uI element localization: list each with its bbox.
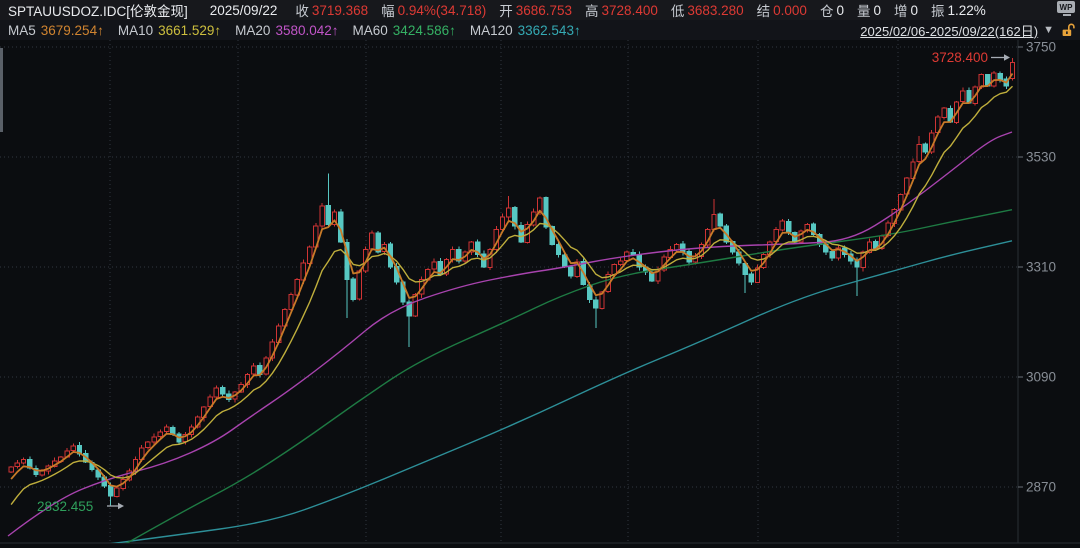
change-label: 幅 xyxy=(381,0,395,20)
ma5-value: 3679.254↑ xyxy=(41,23,104,38)
ma5-up-arrow-icon: ↑ xyxy=(97,23,104,38)
chevron-down-icon[interactable]: ▼ xyxy=(1043,24,1054,36)
wp-monitor-icon[interactable]: WP xyxy=(1057,1,1077,18)
volume-value: 0 xyxy=(873,3,881,18)
price-axis: 3750 3530 3310 3090 2870 xyxy=(0,40,1080,543)
wp-icon-label: WP xyxy=(1057,1,1075,13)
ma20-label: MA20 xyxy=(235,23,270,38)
quote-field-high: 高3728.400 xyxy=(585,0,658,20)
ma10-value: 3661.529↑ xyxy=(158,23,221,38)
settle-value: 0.000 xyxy=(773,3,807,18)
high-value: 3728.400 xyxy=(602,3,658,18)
svg-text:2870: 2870 xyxy=(1026,480,1056,495)
volume-label: 量 xyxy=(857,0,871,20)
ma5-legend: MA5 3679.254↑ xyxy=(8,23,104,38)
ma120-value: 3362.543↑ xyxy=(518,23,581,38)
ma10-legend: MA10 3661.529↑ xyxy=(118,23,221,38)
trade-date: 2025/09/22 xyxy=(210,3,278,18)
svg-text:3530: 3530 xyxy=(1026,150,1056,165)
chart-canvas[interactable]: 3750 3530 3310 3090 2870 3728.400 2832.455 xyxy=(0,40,1080,548)
close-value: 3719.368 xyxy=(312,3,368,18)
change-value: 0.94%(34.718) xyxy=(398,3,487,18)
ma10-label: MA10 xyxy=(118,23,153,38)
position-value: 0 xyxy=(836,3,844,18)
ma20-line xyxy=(8,132,1012,536)
quote-field-open: 开3686.753 xyxy=(499,0,572,20)
increase-label: 增 xyxy=(894,0,908,20)
low-value: 3683.280 xyxy=(687,3,743,18)
quote-field-close: 收3719.368 xyxy=(295,0,368,20)
ma120-label: MA120 xyxy=(470,23,513,38)
unlock-icon[interactable] xyxy=(1061,22,1076,38)
amplitude-value: 1.22% xyxy=(948,3,986,18)
ma60-label: MA60 xyxy=(353,23,388,38)
open-label: 开 xyxy=(499,0,513,20)
ma120-up-arrow-icon: ↑ xyxy=(574,23,581,38)
quote-field-increase: 增0 xyxy=(894,0,918,20)
ma20-legend: MA20 3580.042↑ xyxy=(235,23,338,38)
left-scrollbar[interactable] xyxy=(0,48,3,132)
quote-header-bar: SPTAUUSDOZ.IDC[伦敦金现] 2025/09/22 收3719.36… xyxy=(0,0,1080,20)
quote-field-settle: 结0.000 xyxy=(757,0,807,20)
ma20-up-arrow-icon: ↑ xyxy=(332,23,339,38)
symbol-name: SPTAUUSDOZ.IDC[伦敦金现] xyxy=(8,0,188,20)
open-value: 3686.753 xyxy=(516,3,572,18)
amplitude-label: 振 xyxy=(931,0,945,20)
settle-label: 结 xyxy=(757,0,771,20)
svg-text:3310: 3310 xyxy=(1026,260,1056,275)
quote-field-volume: 量0 xyxy=(857,0,881,20)
ma5-label: MA5 xyxy=(8,23,36,38)
svg-text:2832.455: 2832.455 xyxy=(37,499,93,514)
quote-field-amplitude: 振1.22% xyxy=(931,0,986,20)
ma10-line xyxy=(11,86,1012,504)
date-range-button[interactable]: 2025/02/06-2025/09/22(162日) xyxy=(860,21,1038,40)
period-high-annotation: 3728.400 xyxy=(932,50,1010,65)
ma120-legend: MA120 3362.543↑ xyxy=(470,23,581,38)
ma60-legend: MA60 3424.586↑ xyxy=(353,23,456,38)
low-label: 低 xyxy=(671,0,685,20)
ma20-value: 3580.042↑ xyxy=(275,23,338,38)
close-label: 收 xyxy=(295,0,309,20)
trading-terminal-window: { "header": { "symbol": "SPTAUUSDOZ.IDC[… xyxy=(0,0,1080,548)
svg-text:3750: 3750 xyxy=(1026,40,1056,55)
high-label: 高 xyxy=(585,0,599,20)
range-selector: 2025/02/06-2025/09/22(162日) ▼ xyxy=(860,20,1076,40)
gridlines xyxy=(0,40,1017,543)
quote-field-position: 仓0 xyxy=(820,0,844,20)
quote-field-low: 低3683.280 xyxy=(671,0,744,20)
increase-value: 0 xyxy=(910,3,918,18)
candlestick-chart[interactable]: 3750 3530 3310 3090 2870 3728.400 2832.455 xyxy=(0,40,1080,548)
ma60-up-arrow-icon: ↑ xyxy=(449,23,456,38)
position-label: 仓 xyxy=(820,0,834,20)
quote-field-change: 幅0.94%(34.718) xyxy=(381,0,486,20)
ma-legend-bar: MA5 3679.254↑ MA10 3661.529↑ MA20 3580.042↑… xyxy=(0,20,1080,40)
ma10-up-arrow-icon: ↑ xyxy=(214,23,221,38)
ma60-value: 3424.586↑ xyxy=(393,23,456,38)
svg-text:3090: 3090 xyxy=(1026,370,1056,385)
ma-lines-layer xyxy=(8,74,1013,548)
svg-text:3728.400: 3728.400 xyxy=(932,50,988,65)
wp-icon-stand xyxy=(1063,14,1071,16)
